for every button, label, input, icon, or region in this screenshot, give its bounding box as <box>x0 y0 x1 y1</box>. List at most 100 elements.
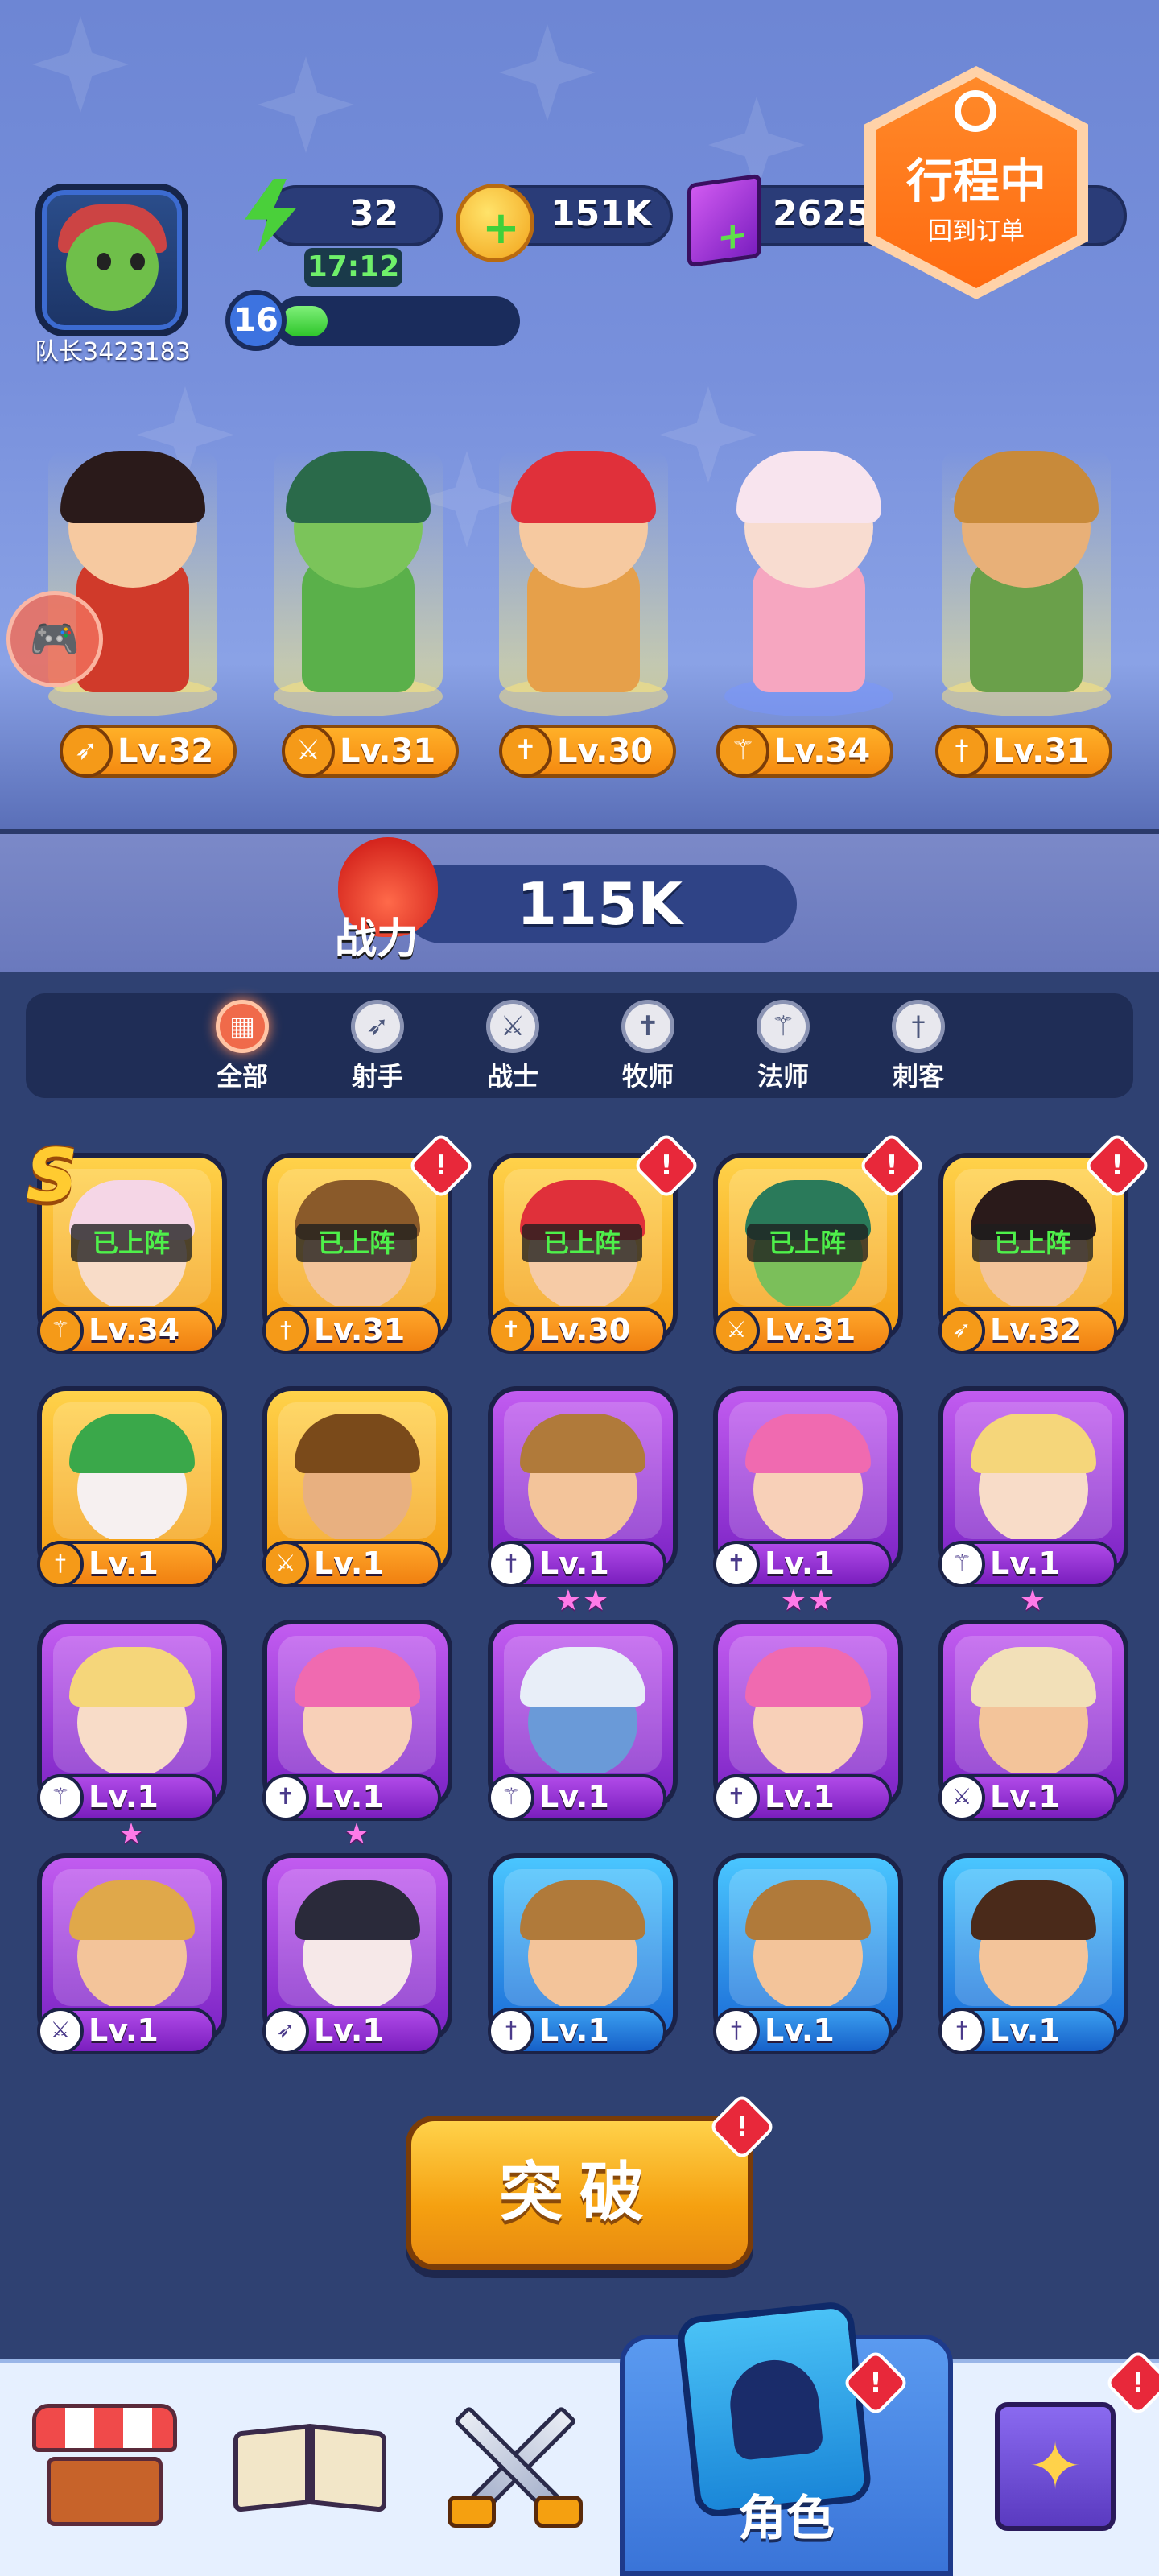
hero-level-pill: † Lv.1 <box>488 1541 666 1587</box>
hero-level: Lv.1 <box>539 2013 609 2048</box>
hero-portrait <box>955 1636 1112 1773</box>
hero-card[interactable]: ⚚ Lv.1 ★ <box>37 1620 227 1851</box>
hero-card[interactable]: † Lv.1 <box>488 1853 678 2054</box>
shop-icon[interactable] <box>32 2396 177 2533</box>
cross-icon: ✝ <box>713 1541 760 1587</box>
staff-icon: ⚚ <box>488 1774 534 1821</box>
tab-priest[interactable]: ✝ 牧师 <box>604 1000 692 1096</box>
lineup-level-2: ⚔ Lv.31 <box>282 724 459 778</box>
hero-level-pill: ⚚ Lv.34 <box>37 1307 216 1354</box>
hero-card[interactable]: ⚚ Lv.1 <box>488 1620 678 1821</box>
tab-assassin[interactable]: † 刺客 <box>874 1000 963 1096</box>
dagger-icon: † <box>488 2008 534 2054</box>
hero-level: Lv.1 <box>539 1779 609 1814</box>
gamepad-float-icon[interactable]: 🎮 <box>6 591 103 687</box>
lineup-hero-3[interactable] <box>483 419 684 733</box>
deployed-tag: 已上阵 <box>71 1224 192 1262</box>
gold-coin-plus-icon[interactable]: + <box>456 184 534 262</box>
book-icon[interactable] <box>233 2412 386 2516</box>
tab-archer[interactable]: ➶ 射手 <box>333 1000 422 1096</box>
hero-portrait <box>955 1402 1112 1539</box>
lineup-level-4: ⚚ Lv.34 <box>716 724 893 778</box>
xp-fill <box>282 306 328 336</box>
hero-card[interactable]: † Lv.1 <box>37 1386 227 1587</box>
hero-card[interactable]: † Lv.1 <box>713 1853 903 2054</box>
trip-subtitle: 回到订单 <box>928 217 1025 246</box>
hero-level: Lv.31 <box>314 1312 406 1348</box>
dagger-icon: † <box>37 1541 84 1587</box>
cross-icon: ✝ <box>713 1774 760 1821</box>
hero-portrait <box>504 1636 662 1773</box>
hero-card[interactable]: ⚔ Lv.1 <box>37 1853 227 2054</box>
hero-level-pill: ⚚ Lv.1 <box>488 1774 666 1821</box>
sword-icon: ⚔ <box>262 1541 309 1587</box>
hero-card[interactable]: ✝ Lv.1 <box>713 1620 903 1821</box>
hero-card[interactable]: ⚚ Lv.1 ★ <box>938 1386 1128 1617</box>
hero-card[interactable]: ⚔ Lv.1 <box>262 1386 452 1587</box>
hero-portrait <box>278 1636 436 1773</box>
hero-level: Lv.1 <box>314 2013 384 2048</box>
power-label: 战力 <box>335 915 419 964</box>
hero-level: Lv.1 <box>89 1779 159 1814</box>
lineup-level-1: ➶ Lv.32 <box>60 724 237 778</box>
hero-stars: ★ <box>118 1818 146 1851</box>
hero-level: Lv.34 <box>89 1312 180 1348</box>
bow-icon: ➶ <box>60 724 113 778</box>
hero-level-pill: ⚔ Lv.1 <box>938 1774 1117 1821</box>
lineup-hero-5[interactable] <box>926 419 1127 733</box>
hero-portrait <box>278 1402 436 1539</box>
hero-stars: ★ <box>343 1818 372 1851</box>
hero-card[interactable]: ➶ Lv.1 <box>262 1853 452 2054</box>
staff-icon: ⚚ <box>37 1307 84 1354</box>
sword-icon: ⚔ <box>282 724 335 778</box>
hero-level-pill: ⚔ Lv.1 <box>37 2008 216 2054</box>
hero-level: Lv.1 <box>314 1779 384 1814</box>
cross-icon: ✝ <box>488 1307 534 1354</box>
deployed-tag: 已上阵 <box>747 1224 868 1262</box>
trip-logo-icon <box>955 90 996 132</box>
player-level-badge: 16 <box>225 290 287 351</box>
gem-value: 2625 <box>773 193 872 234</box>
hero-level-pill: † Lv.31 <box>262 1307 441 1354</box>
hero-level: Lv.1 <box>990 2013 1060 2048</box>
energy-value: 32 <box>349 193 399 234</box>
hero-card[interactable]: ⚔ Lv.1 <box>938 1620 1128 1821</box>
tab-warrior[interactable]: ⚔ 战士 <box>468 1000 557 1096</box>
cross-icon: ✝ <box>499 724 552 778</box>
hero-card[interactable]: † Lv.1 ★★ <box>488 1386 678 1617</box>
tab-mage[interactable]: ⚚ 法师 <box>739 1000 827 1096</box>
spellbook-icon[interactable]: ✦ <box>995 2402 1116 2531</box>
nav-heroes-label: 角色 <box>738 2491 835 2547</box>
hero-level-pill: † Lv.1 <box>938 2008 1117 2054</box>
sword-icon: ⚔ <box>938 1774 985 1821</box>
hero-level: Lv.1 <box>765 2013 835 2048</box>
hero-level: Lv.1 <box>765 1546 835 1581</box>
hero-portrait <box>729 1636 887 1773</box>
breakthrough-button[interactable]: 突破 <box>406 2116 753 2270</box>
hero-card[interactable]: ✝ Lv.1 ★ <box>262 1620 452 1851</box>
sword-icon: ⚔ <box>486 1000 539 1053</box>
hero-card[interactable]: † Lv.1 <box>938 1853 1128 2054</box>
hero-level-pill: † Lv.1 <box>713 2008 892 2054</box>
cross-icon: ✝ <box>621 1000 674 1053</box>
hero-level-pill: ➶ Lv.1 <box>262 2008 441 2054</box>
staff-icon: ⚚ <box>37 1774 84 1821</box>
hero-stars: ★★ <box>555 1584 611 1617</box>
dagger-icon: † <box>938 2008 985 2054</box>
hero-portrait <box>729 1402 887 1539</box>
hero-level: Lv.1 <box>314 1546 384 1581</box>
player-avatar[interactable] <box>35 184 188 336</box>
class-filter-tabs <box>26 993 1133 1098</box>
lineup-hero-2[interactable] <box>258 419 459 733</box>
lineup-hero-4[interactable] <box>708 419 909 733</box>
hero-level: Lv.1 <box>539 1546 609 1581</box>
hero-level: Lv.1 <box>89 2013 159 2048</box>
battle-icon[interactable] <box>435 2399 596 2544</box>
tab-all[interactable]: ▦ 全部 <box>198 1000 287 1096</box>
hero-stars: ★★ <box>780 1584 836 1617</box>
hero-card[interactable]: ✝ Lv.1 ★★ <box>713 1386 903 1617</box>
gem-plus-icon[interactable]: + <box>687 173 761 268</box>
rank-s-badge: S <box>26 1133 78 1218</box>
hero-level: Lv.1 <box>990 1546 1060 1581</box>
staff-icon: ⚚ <box>716 724 769 778</box>
